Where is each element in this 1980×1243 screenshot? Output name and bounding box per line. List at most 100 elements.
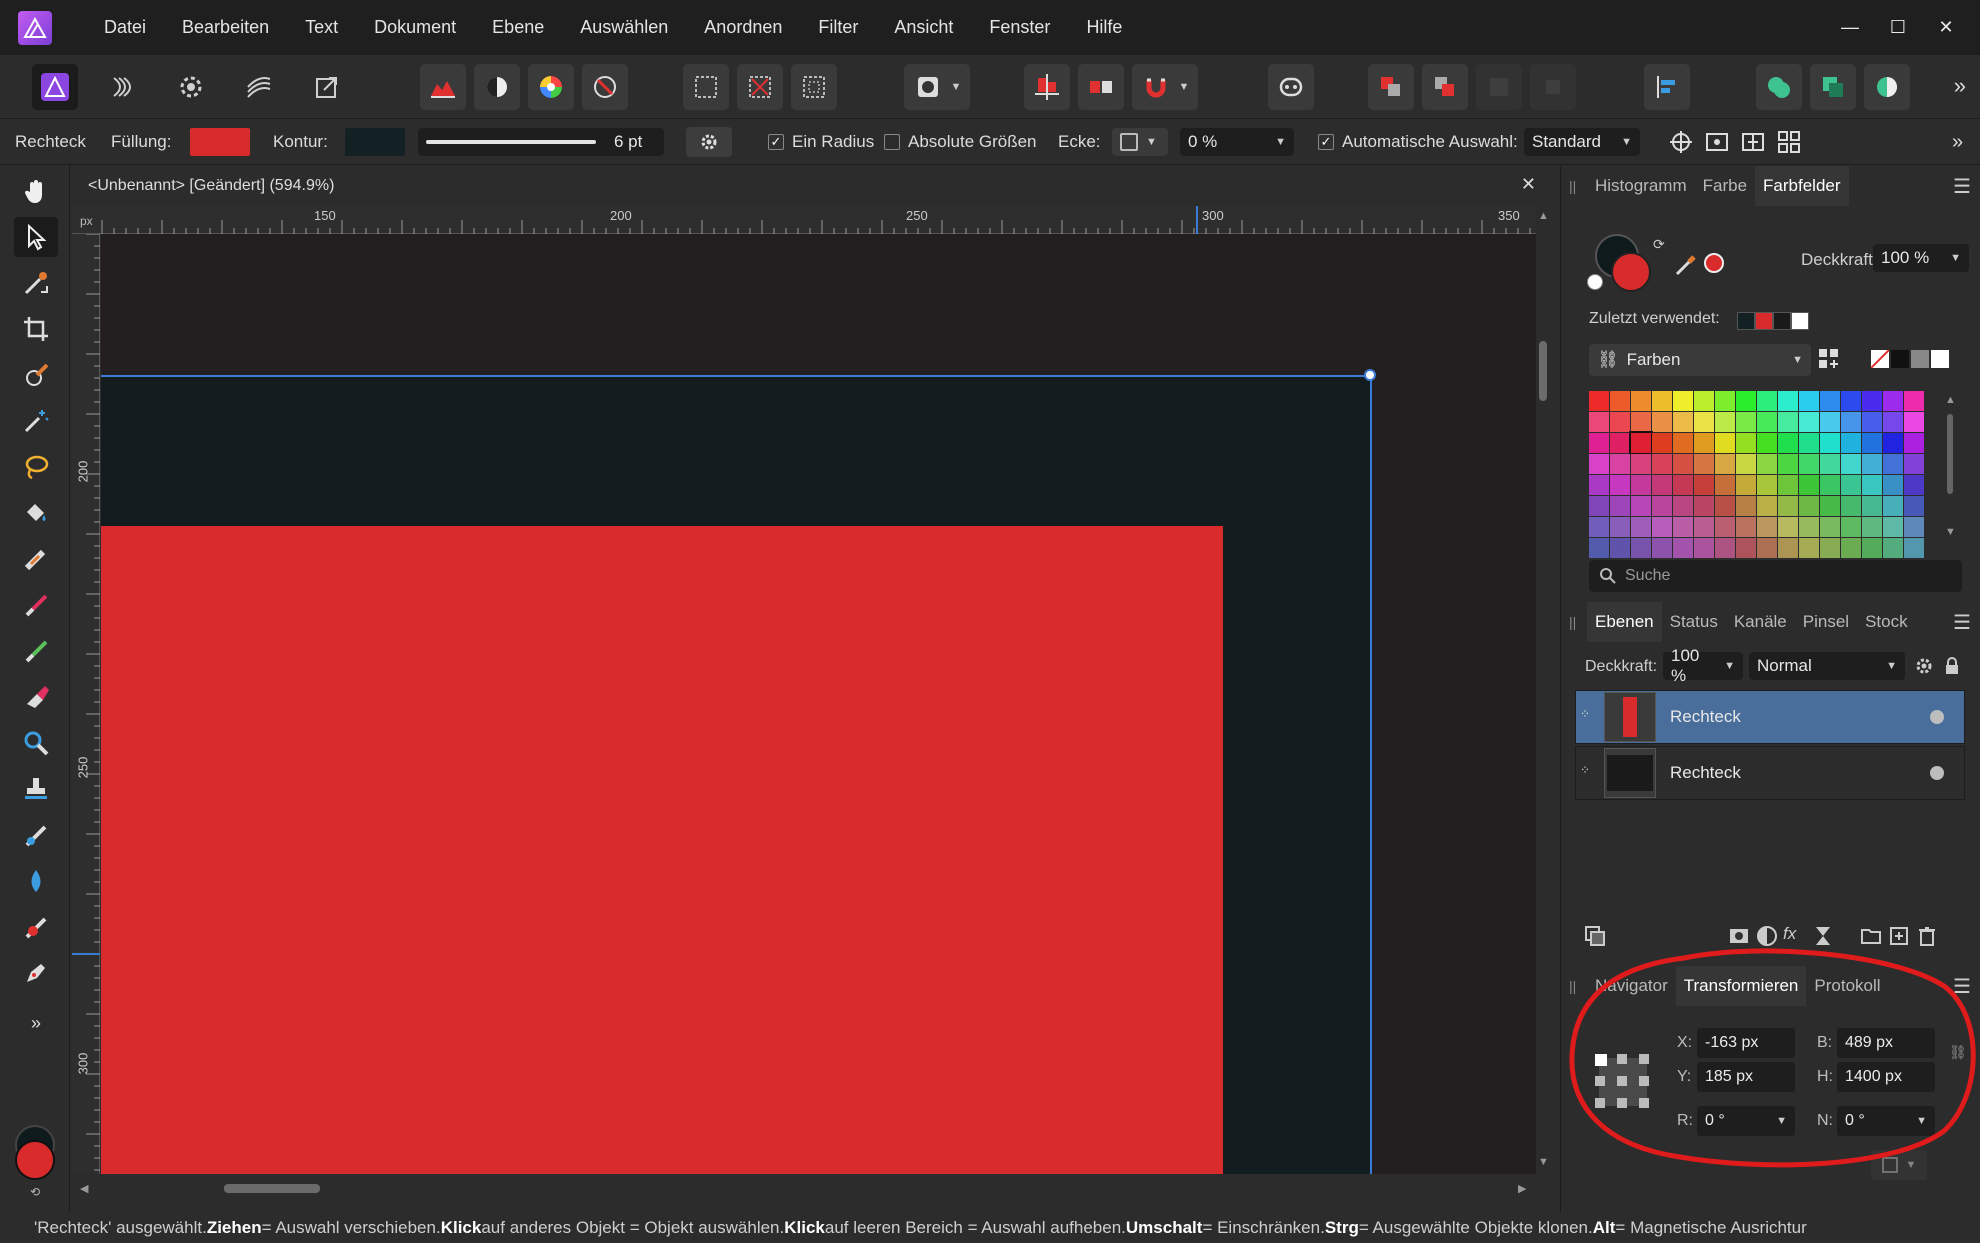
color-swatch[interactable]	[1673, 538, 1693, 558]
swap-colors-icon[interactable]: ⟲	[30, 1185, 40, 1199]
primary-color-swatch[interactable]	[15, 1140, 55, 1180]
color-swatch[interactable]	[1736, 433, 1756, 453]
palette-dropdown[interactable]: ⛓ Farben ▼	[1589, 344, 1811, 376]
vertical-scroll-thumb[interactable]	[1539, 341, 1547, 401]
color-swatch[interactable]	[1904, 496, 1924, 516]
selection-brush-tool[interactable]	[14, 401, 58, 441]
levels-adjust-icon[interactable]	[420, 64, 466, 110]
menu-anordnen[interactable]: Anordnen	[686, 0, 800, 55]
swap-colors-icon[interactable]: ⟳	[1653, 236, 1665, 253]
color-swatch[interactable]	[1757, 391, 1777, 411]
mask-mode-dropdown[interactable]: ▼	[904, 64, 970, 110]
color-swatch[interactable]	[1589, 517, 1609, 537]
color-swatch[interactable]	[1652, 391, 1672, 411]
spacing-icon[interactable]	[1740, 129, 1766, 155]
recent-color-swatch[interactable]	[1791, 312, 1809, 330]
pixel-persona-button[interactable]	[100, 64, 146, 110]
color-swatch[interactable]	[1589, 391, 1609, 411]
minimize-button[interactable]: —	[1826, 17, 1874, 38]
boolean-subtract-icon[interactable]	[1810, 64, 1856, 110]
menu-text[interactable]: Text	[287, 0, 356, 55]
palette-add-icon[interactable]	[1816, 346, 1842, 372]
eyedropper-icon[interactable]	[1673, 252, 1699, 278]
color-swatch[interactable]	[1736, 454, 1756, 474]
boolean-intersect-icon[interactable]	[1864, 64, 1910, 110]
color-swatch[interactable]	[1631, 517, 1651, 537]
close-document-icon[interactable]: ✕	[1521, 174, 1536, 195]
color-swatch[interactable]	[1631, 496, 1651, 516]
color-swatch[interactable]	[1841, 517, 1861, 537]
color-swatch[interactable]	[1673, 517, 1693, 537]
color-swatch[interactable]	[1694, 391, 1714, 411]
color-swatch[interactable]	[1736, 391, 1756, 411]
panel-menu-icon[interactable]: ☰	[1953, 174, 1971, 199]
palette-scroll-up-icon[interactable]: ▲	[1945, 394, 1956, 406]
color-swatch[interactable]	[1883, 412, 1903, 432]
move-tool[interactable]	[14, 217, 58, 257]
color-swatch[interactable]	[1652, 412, 1672, 432]
transform-origin-icon[interactable]	[1668, 129, 1694, 155]
color-swatch[interactable]	[1883, 517, 1903, 537]
add-layer-icon[interactable]	[1887, 924, 1911, 948]
color-swatch[interactable]	[1631, 391, 1651, 411]
close-window-button[interactable]: ✕	[1922, 17, 1970, 38]
color-swatch[interactable]	[1652, 517, 1672, 537]
color-swatch[interactable]	[1673, 496, 1693, 516]
snapping-dropdown[interactable]: ▼	[1132, 64, 1198, 110]
dodge-tool[interactable]	[14, 907, 58, 947]
color-swatch[interactable]	[1841, 433, 1861, 453]
color-swatch[interactable]	[1610, 412, 1630, 432]
color-swatch[interactable]	[1799, 517, 1819, 537]
single-radius-checkbox[interactable]: ✓	[768, 134, 784, 150]
layer-visibility-icon[interactable]	[1930, 710, 1944, 724]
clone-tool[interactable]	[14, 769, 58, 809]
color-swatch[interactable]	[1883, 391, 1903, 411]
color-swatch[interactable]	[1841, 454, 1861, 474]
color-swatch[interactable]	[1820, 538, 1840, 558]
color-swatch[interactable]	[1673, 391, 1693, 411]
designer-persona-button[interactable]	[32, 64, 78, 110]
color-swatch[interactable]	[1862, 454, 1882, 474]
grid-icon[interactable]	[1776, 129, 1802, 155]
scroll-up-icon[interactable]: ▲	[1538, 210, 1549, 222]
color-swatch[interactable]	[1820, 433, 1840, 453]
folder-icon[interactable]	[1859, 924, 1883, 948]
color-swatch[interactable]	[1820, 454, 1840, 474]
color-swatch[interactable]	[1820, 517, 1840, 537]
color-swatch[interactable]	[1862, 517, 1882, 537]
color-swatch[interactable]	[1757, 433, 1777, 453]
color-swatch[interactable]	[1715, 433, 1735, 453]
color-swatch[interactable]	[1778, 475, 1798, 495]
crop-tool[interactable]	[14, 309, 58, 349]
auto-select-checkbox[interactable]: ✓	[1318, 134, 1334, 150]
color-swatch[interactable]	[1694, 475, 1714, 495]
color-swatch[interactable]	[1715, 538, 1735, 558]
stroke-width-slider[interactable]: 6 pt	[418, 128, 664, 156]
color-swatch[interactable]	[1629, 431, 1653, 455]
color-swatch[interactable]	[1673, 475, 1693, 495]
color-swatch[interactable]	[1757, 412, 1777, 432]
erase-tool[interactable]	[14, 677, 58, 717]
tab-ebenen[interactable]: Ebenen	[1587, 602, 1662, 642]
invert-selection-icon[interactable]	[791, 64, 837, 110]
color-swatch[interactable]	[1715, 517, 1735, 537]
color-swatch[interactable]	[1778, 412, 1798, 432]
color-swatch[interactable]	[1841, 475, 1861, 495]
none-color-icon[interactable]	[1587, 274, 1603, 290]
view-tool[interactable]	[14, 171, 58, 211]
corner-value-field[interactable]: 0 % ▼	[1180, 128, 1294, 156]
arrange-back-icon[interactable]	[1368, 64, 1414, 110]
color-swatch[interactable]	[1610, 454, 1630, 474]
auto-select-dropdown[interactable]: Standard ▼	[1524, 128, 1640, 156]
menu-auswaehlen[interactable]: Auswählen	[562, 0, 686, 55]
marquee-select-icon[interactable]	[683, 64, 729, 110]
color-swatch[interactable]	[1736, 412, 1756, 432]
color-swatch[interactable]	[1610, 517, 1630, 537]
blend-mode-dropdown[interactable]: Normal ▼	[1749, 652, 1905, 680]
stroke-swatch[interactable]	[345, 128, 405, 156]
color-swatch[interactable]	[1694, 538, 1714, 558]
scroll-right-icon[interactable]: ▶	[1518, 1182, 1526, 1195]
color-swatch[interactable]	[1841, 538, 1861, 558]
color-swatch[interactable]	[1757, 454, 1777, 474]
color-swatch[interactable]	[1757, 475, 1777, 495]
